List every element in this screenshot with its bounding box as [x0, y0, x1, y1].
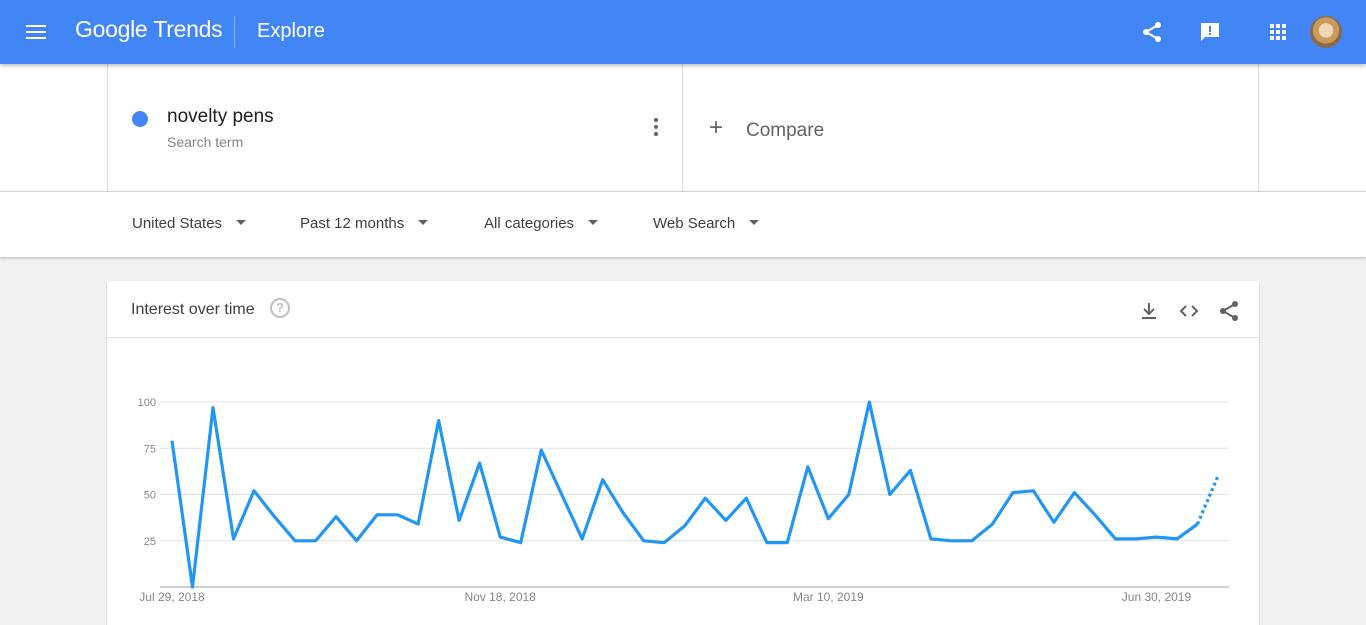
data-point	[375, 513, 378, 516]
interest-over-time-card: Interest over time ? 25 50 75 100 Jul 29, 20…	[107, 281, 1259, 625]
data-point	[437, 419, 440, 422]
data-point	[888, 493, 891, 496]
data-point	[540, 449, 543, 452]
data-point	[1216, 474, 1219, 477]
data-point	[663, 541, 666, 544]
data-point	[765, 541, 768, 544]
data-point	[724, 519, 727, 522]
category-dropdown[interactable]: All categories	[484, 215, 599, 232]
data-point	[355, 539, 358, 542]
data-point	[786, 541, 789, 544]
data-point	[293, 539, 296, 542]
data-point	[847, 493, 850, 496]
more-vert-icon[interactable]	[648, 118, 664, 138]
dropdown-arrow-icon	[749, 219, 760, 225]
y-tick-label: 50	[144, 490, 156, 502]
data-point	[1134, 537, 1137, 540]
data-point	[970, 539, 973, 542]
data-point	[929, 537, 932, 540]
header-divider	[234, 16, 235, 48]
data-point	[458, 519, 461, 522]
x-tick-label: Nov 18, 2018	[464, 590, 536, 604]
data-point	[519, 541, 522, 544]
data-point	[396, 513, 399, 516]
data-point	[1073, 491, 1076, 494]
term-type: Search term	[167, 134, 244, 150]
data-point	[273, 515, 276, 518]
y-tick-label: 100	[138, 397, 156, 409]
data-point	[232, 537, 235, 540]
data-point	[252, 489, 255, 492]
page-title: Explore	[257, 20, 325, 42]
y-tick-label: 25	[144, 536, 156, 548]
data-point	[601, 478, 604, 481]
data-point	[909, 469, 912, 472]
data-point	[417, 523, 420, 526]
data-point	[211, 406, 214, 409]
data-point	[1175, 537, 1178, 540]
category-label: All categories	[484, 215, 575, 232]
data-point	[170, 439, 173, 442]
data-point	[868, 400, 871, 403]
data-point	[991, 523, 994, 526]
search-type-dropdown[interactable]: Web Search	[653, 215, 760, 232]
term-color-dot	[132, 111, 148, 127]
logo-trends-text: Trends	[153, 16, 223, 42]
compare-button[interactable]: + Compare	[683, 64, 1259, 192]
search-type-label: Web Search	[653, 215, 736, 232]
data-point	[950, 539, 953, 542]
apps-icon[interactable]	[1266, 20, 1290, 44]
filter-bar: United States Past 12 months All categor…	[0, 192, 1366, 257]
feedback-icon[interactable]	[1198, 20, 1222, 44]
data-point	[1196, 523, 1199, 526]
app-bar: Google Trends Explore	[0, 0, 1366, 64]
interest-line-chart: 25 50 75 100 Jul 29, 2018 Nov 18, 2018 Mar 10,…	[138, 397, 1229, 604]
data-point	[642, 539, 645, 542]
data-point	[560, 493, 563, 496]
search-term-card[interactable]: novelty pens Search term	[107, 64, 683, 192]
data-point	[1032, 489, 1035, 492]
x-tick-label: Jun 30, 2019	[1122, 590, 1192, 604]
share-icon[interactable]	[1140, 20, 1164, 44]
logo-google-text: Google	[75, 16, 148, 42]
data-point	[1093, 513, 1096, 516]
data-point	[745, 497, 748, 500]
data-point	[581, 537, 584, 540]
plus-icon: +	[709, 114, 724, 141]
data-point	[1155, 535, 1158, 538]
dropdown-arrow-icon	[418, 219, 429, 225]
data-point	[334, 515, 337, 518]
data-point	[499, 535, 502, 538]
menu-icon[interactable]	[24, 20, 48, 44]
account-avatar[interactable]	[1310, 16, 1342, 48]
data-point	[827, 517, 830, 520]
region-dropdown[interactable]: United States	[132, 215, 247, 232]
data-point	[1052, 521, 1055, 524]
google-trends-logo[interactable]: Google Trends	[75, 16, 223, 43]
data-point	[191, 585, 194, 588]
data-point	[704, 497, 707, 500]
search-term-panel: novelty pens Search term + Compare	[0, 64, 1366, 192]
compare-label: Compare	[746, 120, 825, 141]
time-range-dropdown[interactable]: Past 12 months	[300, 215, 429, 232]
data-point	[1011, 491, 1014, 494]
data-point	[478, 461, 481, 464]
x-tick-label: Mar 10, 2019	[793, 590, 864, 604]
dropdown-arrow-icon	[236, 219, 247, 225]
y-tick-label: 75	[144, 443, 156, 455]
term-name[interactable]: novelty pens	[167, 106, 274, 128]
data-point	[314, 539, 317, 542]
data-point	[806, 465, 809, 468]
data-point	[1114, 537, 1117, 540]
dropdown-arrow-icon	[588, 219, 599, 225]
series-line-partial	[1196, 475, 1220, 525]
time-range-label: Past 12 months	[300, 215, 405, 232]
data-point	[622, 511, 625, 514]
data-point	[683, 524, 686, 527]
x-tick-label: Jul 29, 2018	[139, 590, 205, 604]
region-label: United States	[132, 215, 223, 232]
